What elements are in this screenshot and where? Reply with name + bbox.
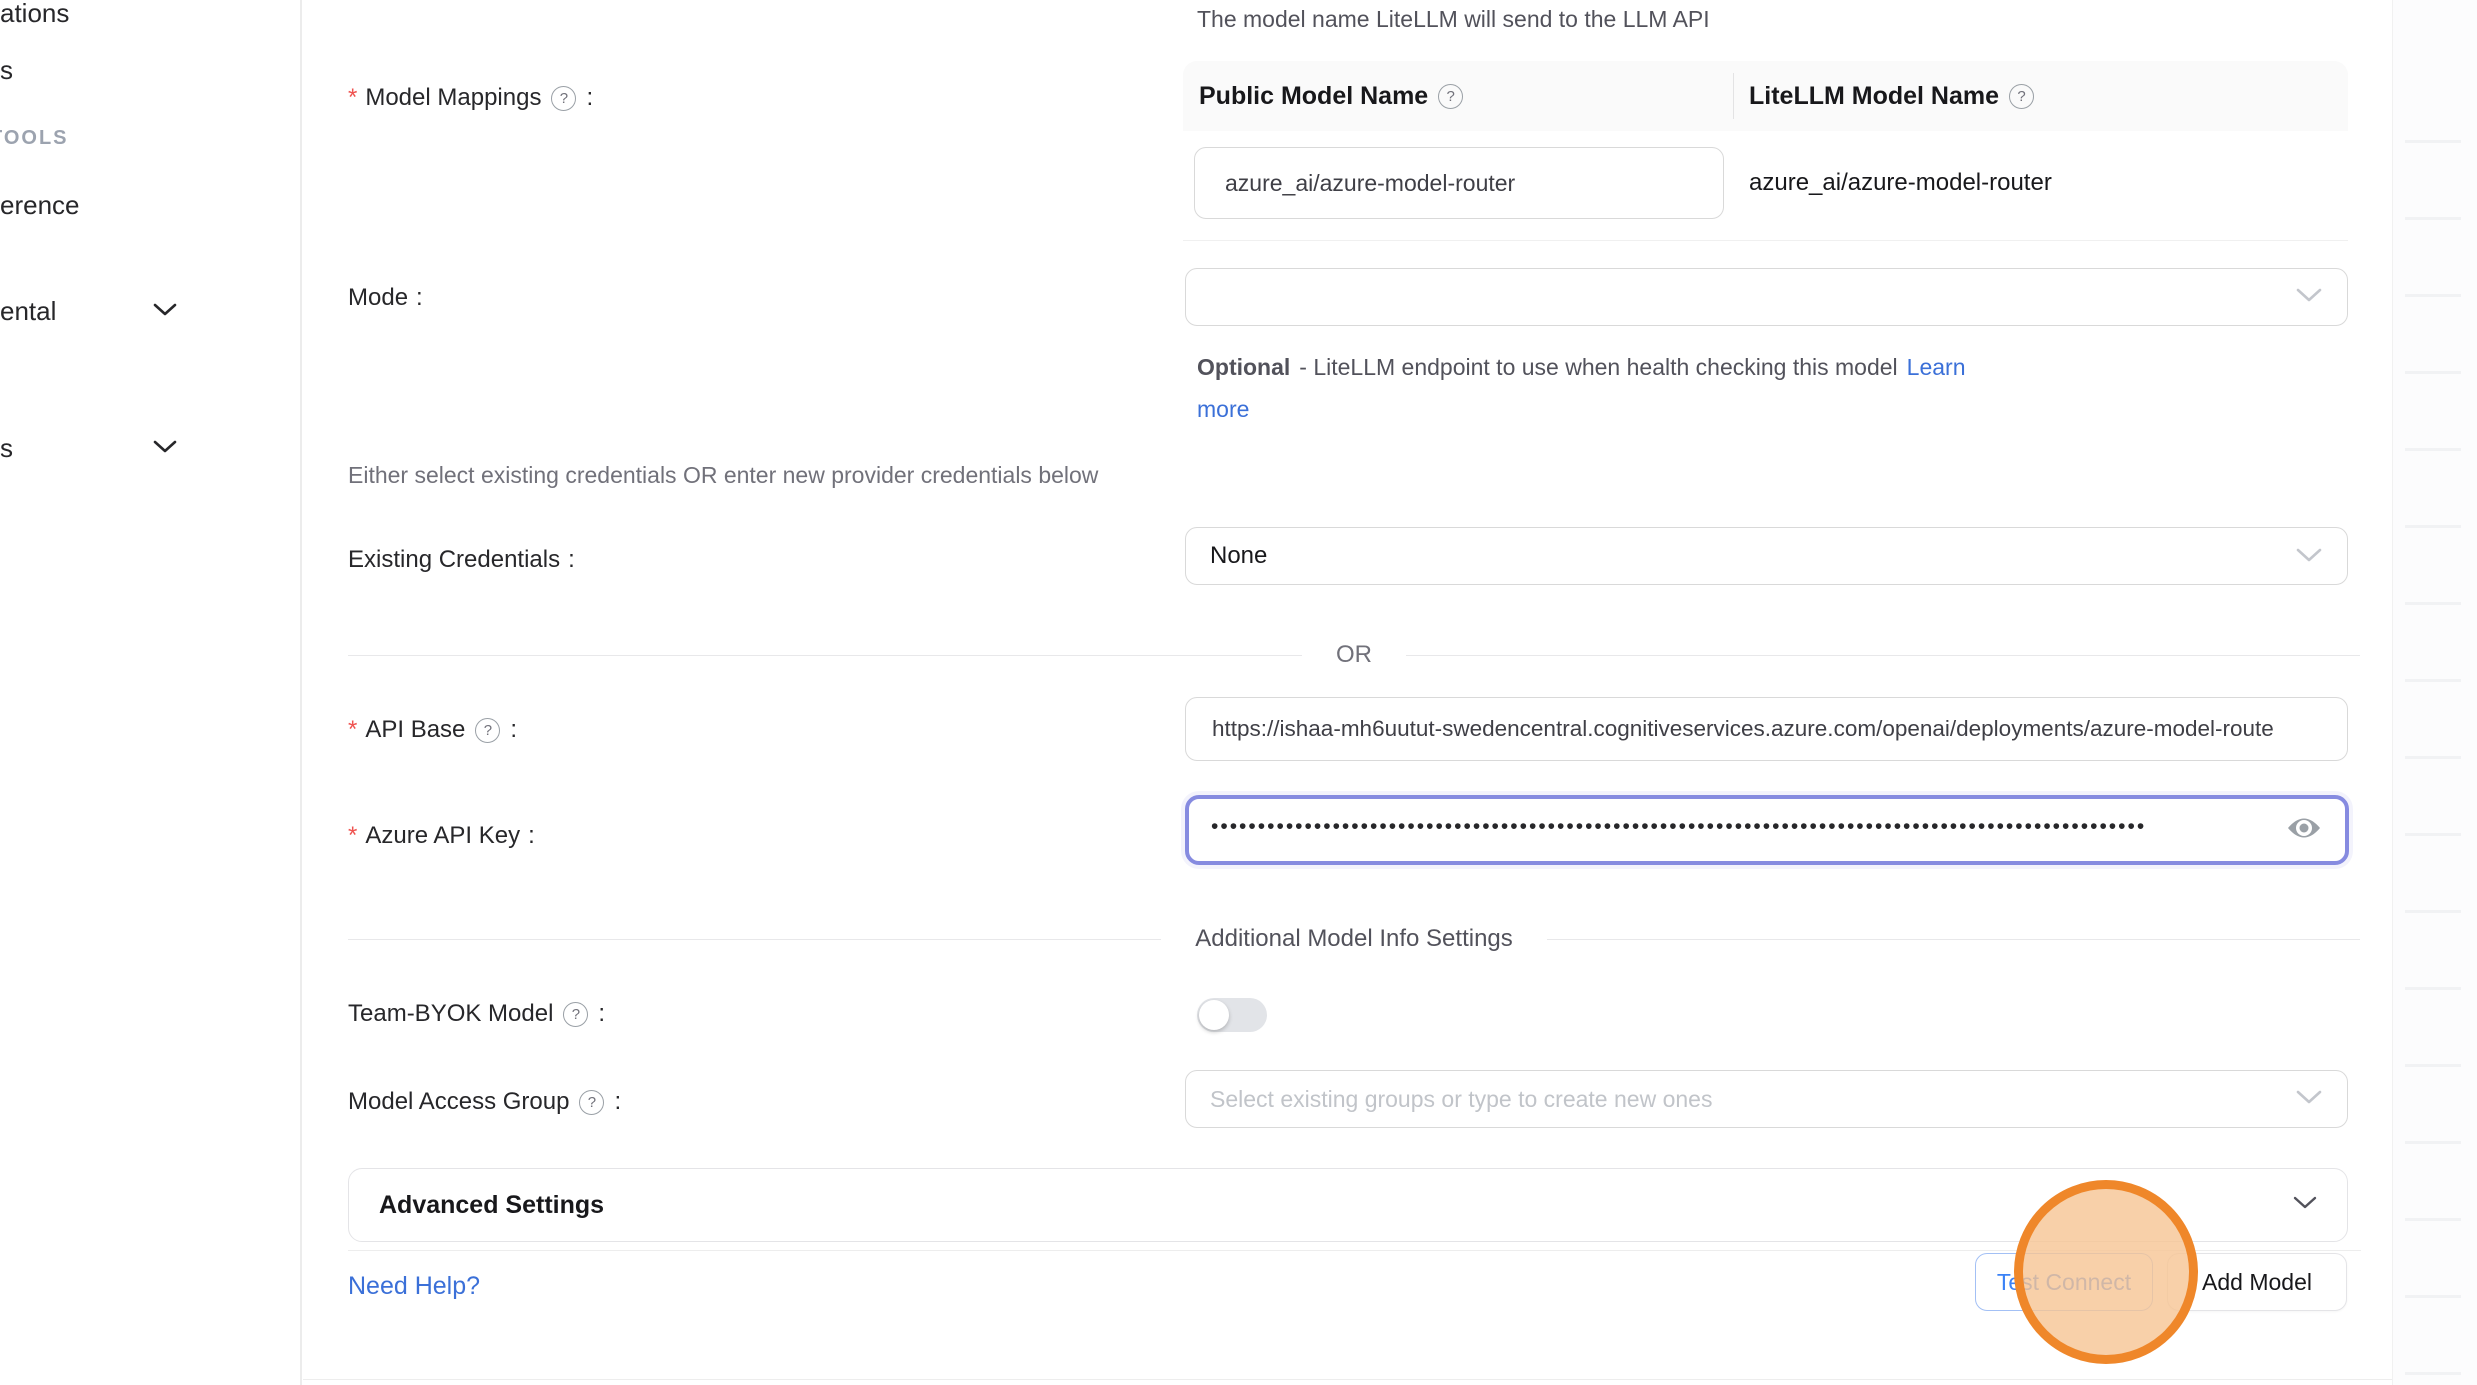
existing-credentials-value: None: [1210, 542, 1267, 570]
required-asterisk: *: [348, 824, 357, 848]
sidebar-item-label: ations: [0, 0, 69, 28]
sidebar: ations s TOOLS erence ental s: [0, 0, 302, 1385]
chevron-down-icon: [2293, 1196, 2317, 1215]
sidebar-item-label: ental: [0, 296, 56, 326]
model-mappings-label: * Model Mappings ? :: [348, 84, 593, 112]
footer-divider: [348, 1250, 2361, 1251]
additional-settings-divider: Additional Model Info Settings: [348, 924, 2360, 954]
chevron-down-icon: [2295, 287, 2323, 308]
sidebar-item-label: erence: [0, 190, 80, 220]
help-icon[interactable]: ?: [1438, 84, 1463, 109]
column-divider: [1733, 73, 1734, 119]
learn-more-link[interactable]: Learn: [1907, 354, 1966, 380]
model-access-group-placeholder: Select existing groups or type to create…: [1210, 1086, 1712, 1113]
sidebar-item[interactable]: s: [0, 55, 13, 86]
column-header-litellm-model-name: LiteLLM Model Name ?: [1733, 82, 2348, 111]
model-mappings-table: Public Model Name ? LiteLLM Model Name ?…: [1183, 61, 2348, 241]
help-icon[interactable]: ?: [2009, 84, 2034, 109]
mode-hint: Optional- LiteLLM endpoint to use when h…: [1197, 346, 2117, 430]
model-name-hint: The model name LiteLLM will send to the …: [1197, 6, 1710, 33]
required-asterisk: *: [348, 718, 357, 742]
team-byok-label: Team-BYOK Model ? :: [348, 1000, 605, 1028]
sidebar-item[interactable]: s: [0, 433, 13, 464]
existing-credentials-label: Existing Credentials :: [348, 546, 575, 574]
chevron-down-icon: [2295, 1089, 2323, 1110]
azure-api-key-label: * Azure API Key :: [348, 822, 535, 850]
chevron-down-icon: [153, 440, 177, 459]
sidebar-item[interactable]: ations: [0, 0, 69, 29]
background-skeleton-lines: [2405, 66, 2461, 1385]
help-icon[interactable]: ?: [579, 1090, 604, 1115]
help-icon[interactable]: ?: [563, 1002, 588, 1027]
litellm-model-name-value: azure_ai/azure-model-router: [1749, 147, 2052, 219]
need-help-link[interactable]: Need Help?: [348, 1272, 480, 1301]
required-asterisk: *: [348, 86, 357, 110]
sidebar-item[interactable]: ental: [0, 296, 56, 327]
content-bottom-border: [303, 1379, 2392, 1380]
toggle-knob: [1199, 1000, 1229, 1030]
api-base-label: * API Base ? :: [348, 716, 517, 744]
sidebar-section-header: TOOLS: [0, 127, 69, 150]
or-divider: OR: [348, 640, 2360, 670]
api-base-input[interactable]: https://ishaa-mh6uutut-swedencentral.cog…: [1185, 697, 2348, 761]
masked-password-dots: ••••••••••••••••••••••••••••••••••••••••…: [1211, 815, 2146, 839]
model-mappings-table-header: Public Model Name ? LiteLLM Model Name ?: [1183, 61, 2348, 131]
advanced-settings-title: Advanced Settings: [379, 1191, 604, 1220]
eye-icon[interactable]: [2285, 814, 2323, 847]
sidebar-item-label: s: [0, 55, 13, 85]
chevron-down-icon: [153, 303, 177, 322]
advanced-settings-panel[interactable]: Advanced Settings: [348, 1168, 2348, 1242]
team-byok-toggle[interactable]: [1197, 998, 1267, 1032]
mode-select[interactable]: [1185, 268, 2348, 326]
existing-credentials-select[interactable]: None: [1185, 527, 2348, 585]
model-access-group-select[interactable]: Select existing groups or type to create…: [1185, 1070, 2348, 1128]
column-header-public-model-name: Public Model Name ?: [1183, 82, 1733, 111]
chevron-down-icon: [2295, 542, 2323, 570]
test-connect-button[interactable]: Test Connect: [1975, 1253, 2153, 1311]
add-model-button[interactable]: Add Model: [2167, 1253, 2347, 1311]
mode-label: Mode :: [348, 284, 423, 312]
azure-api-key-input[interactable]: ••••••••••••••••••••••••••••••••••••••••…: [1185, 795, 2349, 865]
help-icon[interactable]: ?: [475, 718, 500, 743]
sidebar-item[interactable]: erence: [0, 190, 80, 221]
credentials-note: Either select existing credentials OR en…: [348, 462, 1098, 489]
model-access-group-label: Model Access Group ? :: [348, 1088, 621, 1116]
learn-more-link[interactable]: more: [1197, 396, 1249, 422]
sidebar-item-label: s: [0, 433, 13, 463]
background-panel-strip: [2392, 0, 2477, 1385]
public-model-name-input[interactable]: azure_ai/azure-model-router: [1194, 147, 1724, 219]
help-icon[interactable]: ?: [551, 86, 576, 111]
